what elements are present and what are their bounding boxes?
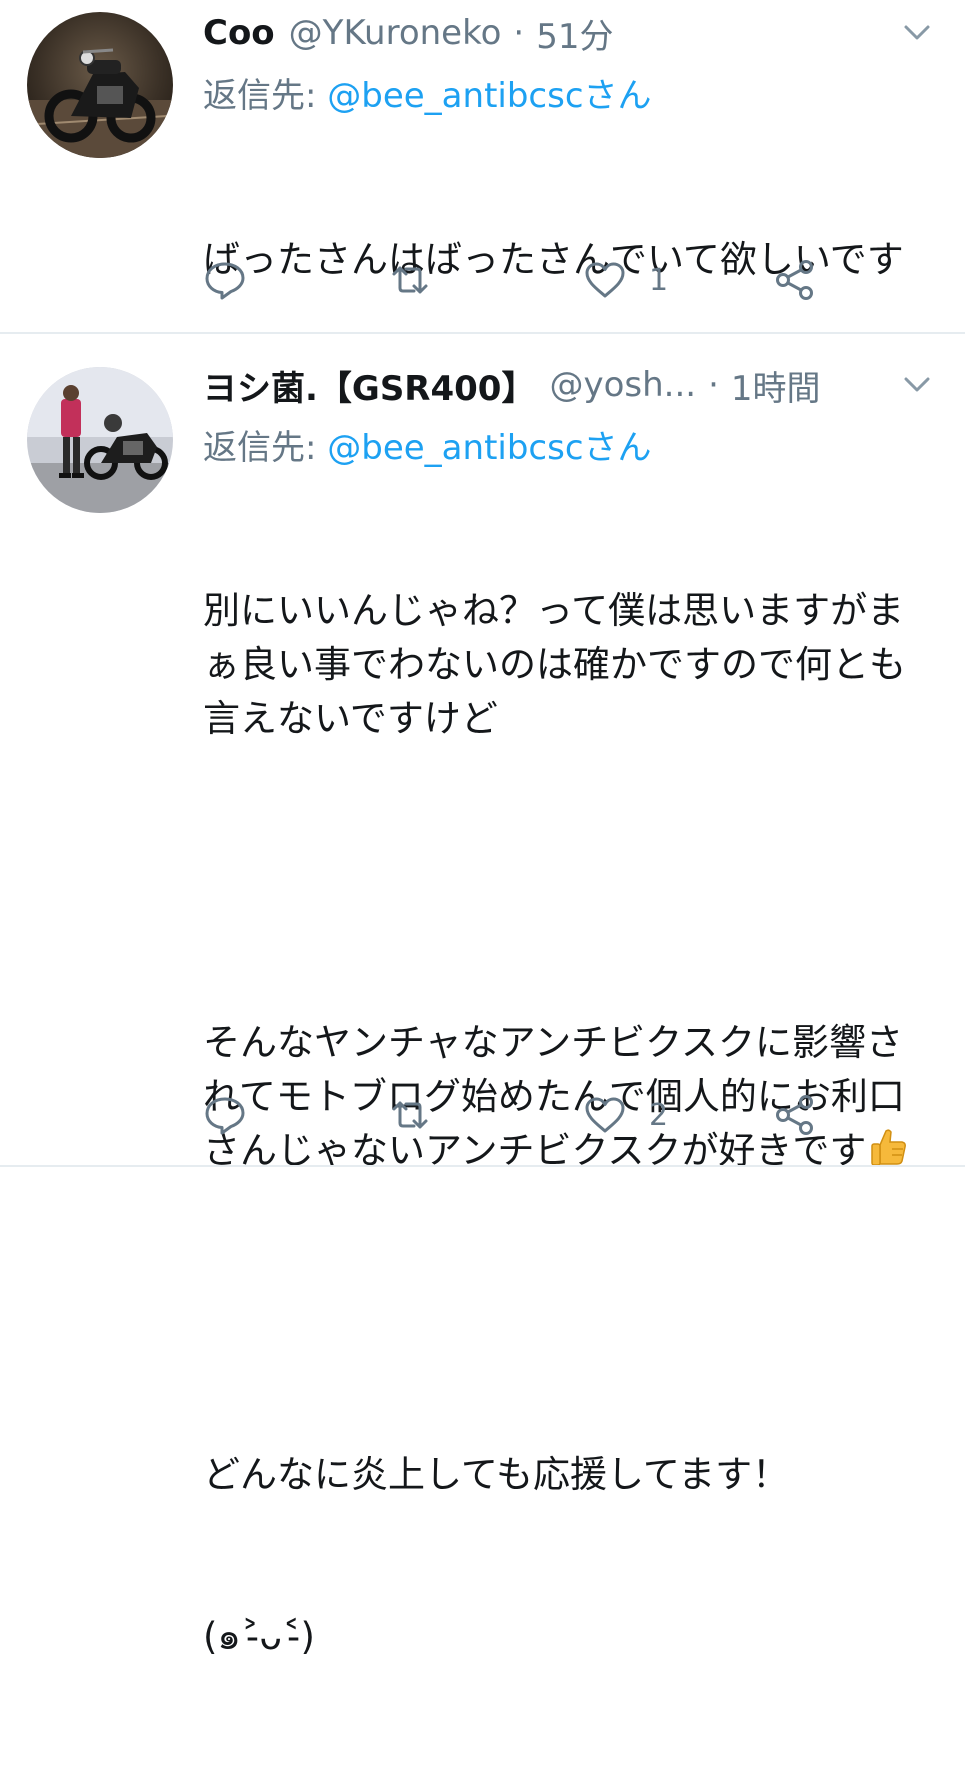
reply-to-label: 返信先: bbox=[203, 76, 328, 116]
like-button[interactable]: 2 bbox=[583, 1090, 668, 1140]
tweet-header: ヨシ菌.【GSR400】 @yosh... · 1時間 bbox=[203, 360, 935, 410]
rider-with-motorcycle-avatar bbox=[27, 367, 173, 513]
tweet-emoticon: (๑˃̵ᴗ˂̵) bbox=[203, 1615, 315, 1658]
tweet[interactable]: Coo @YKuroneko · 51分 返信先: @bee_antibcscさ… bbox=[0, 0, 965, 333]
tweet-actions: 2 bbox=[203, 1090, 843, 1140]
timestamp[interactable]: 51分 bbox=[536, 9, 613, 58]
timestamp[interactable]: 1時間 bbox=[731, 361, 821, 410]
heart-icon bbox=[585, 1097, 625, 1133]
tweet-actions: 1 bbox=[203, 255, 843, 305]
reply-to-line: 返信先: @bee_antibcscさん bbox=[203, 68, 652, 117]
reply-icon bbox=[205, 1097, 245, 1135]
retweet-icon bbox=[392, 1101, 428, 1129]
retweet-button[interactable] bbox=[388, 1090, 454, 1140]
motorcycle-night-avatar bbox=[27, 12, 173, 158]
share-button[interactable] bbox=[773, 1090, 817, 1140]
separator-dot: · bbox=[513, 13, 525, 53]
share-button[interactable] bbox=[773, 255, 817, 305]
tweet-paragraph: どんなに炎上しても応援してます！ bbox=[203, 1453, 790, 1496]
reply-to-mention[interactable]: @bee_antibcscさん bbox=[327, 76, 651, 116]
like-count: 1 bbox=[649, 262, 669, 298]
display-name[interactable]: ヨシ菌.【GSR400】 bbox=[203, 361, 535, 410]
tweet-paragraph: 別にいいんじゃね？って僕は思いますがまぁ良い事でわないのは確かですので何とも言え… bbox=[203, 589, 906, 740]
chevron-down-icon[interactable] bbox=[899, 14, 935, 50]
retweet-button[interactable] bbox=[388, 255, 454, 305]
share-icon bbox=[776, 260, 813, 300]
user-handle[interactable]: @YKuroneko bbox=[289, 13, 502, 53]
reply-to-line: 返信先: @bee_antibcscさん bbox=[203, 420, 652, 469]
reply-button[interactable] bbox=[203, 255, 269, 305]
tweet[interactable]: ヨシ菌.【GSR400】 @yosh... · 1時間 返信先: @bee_an… bbox=[0, 335, 965, 1658]
thumbs-up-emoji bbox=[871, 1129, 907, 1166]
display-name[interactable]: Coo bbox=[203, 13, 275, 53]
user-handle[interactable]: @yosh... bbox=[549, 365, 696, 405]
reply-button[interactable] bbox=[203, 1090, 269, 1140]
like-button[interactable]: 1 bbox=[583, 255, 668, 305]
tweet-divider bbox=[0, 332, 965, 334]
tweet-header: Coo @YKuroneko · 51分 bbox=[203, 8, 935, 58]
share-icon bbox=[776, 1095, 813, 1135]
tweet-divider bbox=[0, 1165, 965, 1167]
avatar[interactable] bbox=[27, 12, 173, 158]
reply-to-label: 返信先: bbox=[203, 428, 328, 468]
avatar[interactable] bbox=[27, 367, 173, 513]
heart-icon bbox=[585, 262, 625, 298]
chevron-down-icon[interactable] bbox=[899, 366, 935, 402]
reply-icon bbox=[205, 262, 245, 300]
separator-dot: · bbox=[708, 365, 719, 405]
like-count: 2 bbox=[649, 1097, 669, 1133]
reply-to-mention[interactable]: @bee_antibcscさん bbox=[327, 428, 651, 468]
retweet-icon bbox=[392, 266, 428, 294]
